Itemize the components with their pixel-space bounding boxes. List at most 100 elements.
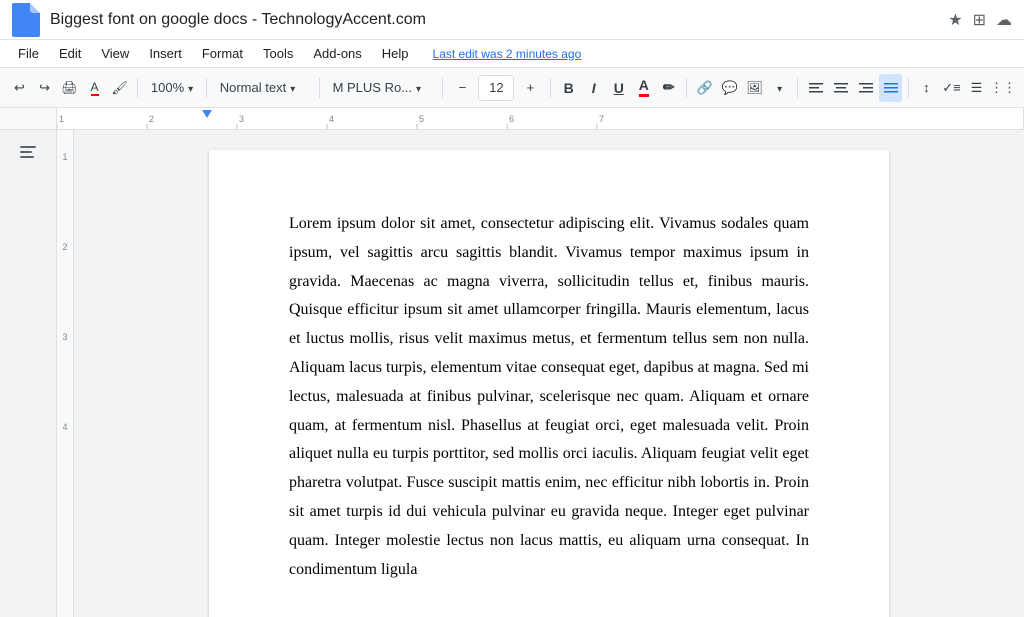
font-size-group: − + <box>448 74 544 102</box>
more-options-icon: ⋮⋮ <box>990 80 1016 96</box>
title-bar: Biggest font on google docs - Technology… <box>0 0 1024 40</box>
last-edit-text: Last edit was 2 minutes ago <box>433 47 582 61</box>
font-size-input[interactable] <box>478 75 514 101</box>
align-justify-icon <box>883 80 899 96</box>
image-chevron-button[interactable] <box>768 74 791 102</box>
align-right-icon <box>858 80 874 96</box>
scroll-area[interactable]: Lorem ipsum dolor sit amet, consectetur … <box>74 130 1024 617</box>
align-left-icon <box>808 80 824 96</box>
left-sidebar <box>0 130 56 617</box>
menu-help[interactable]: Help <box>374 44 417 63</box>
decrease-font-icon: − <box>459 80 467 95</box>
increase-font-icon: + <box>527 80 535 95</box>
svg-text:5: 5 <box>419 114 424 124</box>
doc-icon <box>12 3 40 37</box>
spellcheck-icon: A <box>91 80 99 96</box>
checklist-button[interactable]: ✓≡ <box>940 74 963 102</box>
present-icon[interactable]: ⊞ <box>973 10 986 30</box>
menu-addons[interactable]: Add-ons <box>305 44 369 63</box>
ruler-left-side <box>0 108 56 129</box>
separator-3 <box>319 78 320 98</box>
svg-text:1: 1 <box>59 114 64 124</box>
undo-icon: ↩ <box>14 80 25 96</box>
zoom-dropdown[interactable]: 100% <box>144 76 200 99</box>
document-outline-svg <box>18 142 38 162</box>
redo-icon: ↪ <box>39 80 50 96</box>
spellcheck-button[interactable]: A <box>83 74 106 102</box>
bullet-list-button[interactable]: ☰ <box>965 74 988 102</box>
line-spacing-button[interactable]: ↕ <box>915 74 938 102</box>
toolbar: ↩ ↪ 🖨 A 🖌 100% Normal text M PLUS Ro... … <box>0 68 1024 108</box>
menu-format[interactable]: Format <box>194 44 251 63</box>
link-icon: 🔗 <box>697 80 713 96</box>
checklist-icon: ✓≡ <box>942 80 960 96</box>
svg-text:1: 1 <box>62 152 67 162</box>
align-left-button[interactable] <box>804 74 827 102</box>
star-icon[interactable]: ★ <box>948 10 962 30</box>
image-dropdown-icon <box>777 80 782 95</box>
ruler-container: 1 2 3 4 5 6 7 <box>0 108 1024 130</box>
separator-6 <box>686 78 687 98</box>
svg-text:2: 2 <box>62 242 67 252</box>
menu-tools[interactable]: Tools <box>255 44 301 63</box>
svg-text:4: 4 <box>329 114 334 124</box>
cloud-icon[interactable]: ☁ <box>996 10 1012 30</box>
menu-view[interactable]: View <box>93 44 137 63</box>
more-options-button[interactable]: ⋮⋮ <box>990 74 1016 102</box>
svg-text:7: 7 <box>599 114 604 124</box>
page-title: Biggest font on google docs - Technology… <box>50 11 948 29</box>
page-content[interactable]: Lorem ipsum dolor sit amet, consectetur … <box>289 210 809 584</box>
decrease-font-button[interactable]: − <box>448 74 476 102</box>
redo-button[interactable]: ↪ <box>33 74 56 102</box>
align-justify-button[interactable] <box>879 74 902 102</box>
increase-font-button[interactable]: + <box>516 74 544 102</box>
zoom-chevron-icon <box>188 80 193 95</box>
italic-button[interactable]: I <box>582 74 605 102</box>
zoom-value: 100% <box>151 80 184 95</box>
link-button[interactable]: 🔗 <box>693 74 716 102</box>
comment-button[interactable]: 💬 <box>718 74 741 102</box>
font-chevron-icon <box>416 80 421 95</box>
title-icons: ★ ⊞ ☁ <box>948 10 1012 30</box>
style-dropdown[interactable]: Normal text <box>213 76 313 99</box>
separator-1 <box>137 78 138 98</box>
bullet-list-icon: ☰ <box>971 80 983 96</box>
font-dropdown[interactable]: M PLUS Ro... <box>326 76 436 99</box>
horizontal-ruler: 1 2 3 4 5 6 7 <box>56 108 1024 129</box>
align-center-icon <box>833 80 849 96</box>
style-chevron-icon <box>290 80 295 95</box>
highlight-button[interactable]: ✏ <box>657 74 680 102</box>
separator-7 <box>797 78 798 98</box>
paint-format-button[interactable]: 🖌 <box>108 74 131 102</box>
align-right-button[interactable] <box>854 74 877 102</box>
align-center-button[interactable] <box>829 74 852 102</box>
print-icon: 🖨 <box>61 80 78 96</box>
style-value: Normal text <box>220 80 286 95</box>
separator-4 <box>442 78 443 98</box>
svg-text:3: 3 <box>239 114 244 124</box>
print-button[interactable]: 🖨 <box>58 74 81 102</box>
svg-text:4: 4 <box>62 422 67 432</box>
underline-button[interactable]: U <box>607 74 630 102</box>
menu-file[interactable]: File <box>10 44 47 63</box>
undo-button[interactable]: ↩ <box>8 74 31 102</box>
bold-button[interactable]: B <box>557 74 580 102</box>
separator-2 <box>206 78 207 98</box>
underline-icon: U <box>614 80 624 96</box>
document-area: 1 2 3 4 Lorem ipsum dolor sit amet, cons… <box>0 130 1024 617</box>
highlight-icon: ✏ <box>663 79 675 96</box>
svg-text:3: 3 <box>62 332 67 342</box>
font-color-button[interactable]: A <box>632 74 655 102</box>
paint-format-icon: 🖌 <box>111 80 128 96</box>
document-page: Lorem ipsum dolor sit amet, consectetur … <box>209 150 889 617</box>
separator-8 <box>908 78 909 98</box>
menu-insert[interactable]: Insert <box>141 44 190 63</box>
menu-edit[interactable]: Edit <box>51 44 89 63</box>
image-icon: 🖼 <box>746 80 763 96</box>
vertical-ruler: 1 2 3 4 <box>56 130 74 617</box>
vertical-ruler-svg: 1 2 3 4 <box>57 130 74 617</box>
ruler-svg: 1 2 3 4 5 6 7 <box>57 108 1023 129</box>
outline-icon[interactable] <box>14 138 42 166</box>
image-button[interactable]: 🖼 <box>743 74 766 102</box>
svg-text:2: 2 <box>149 114 154 124</box>
